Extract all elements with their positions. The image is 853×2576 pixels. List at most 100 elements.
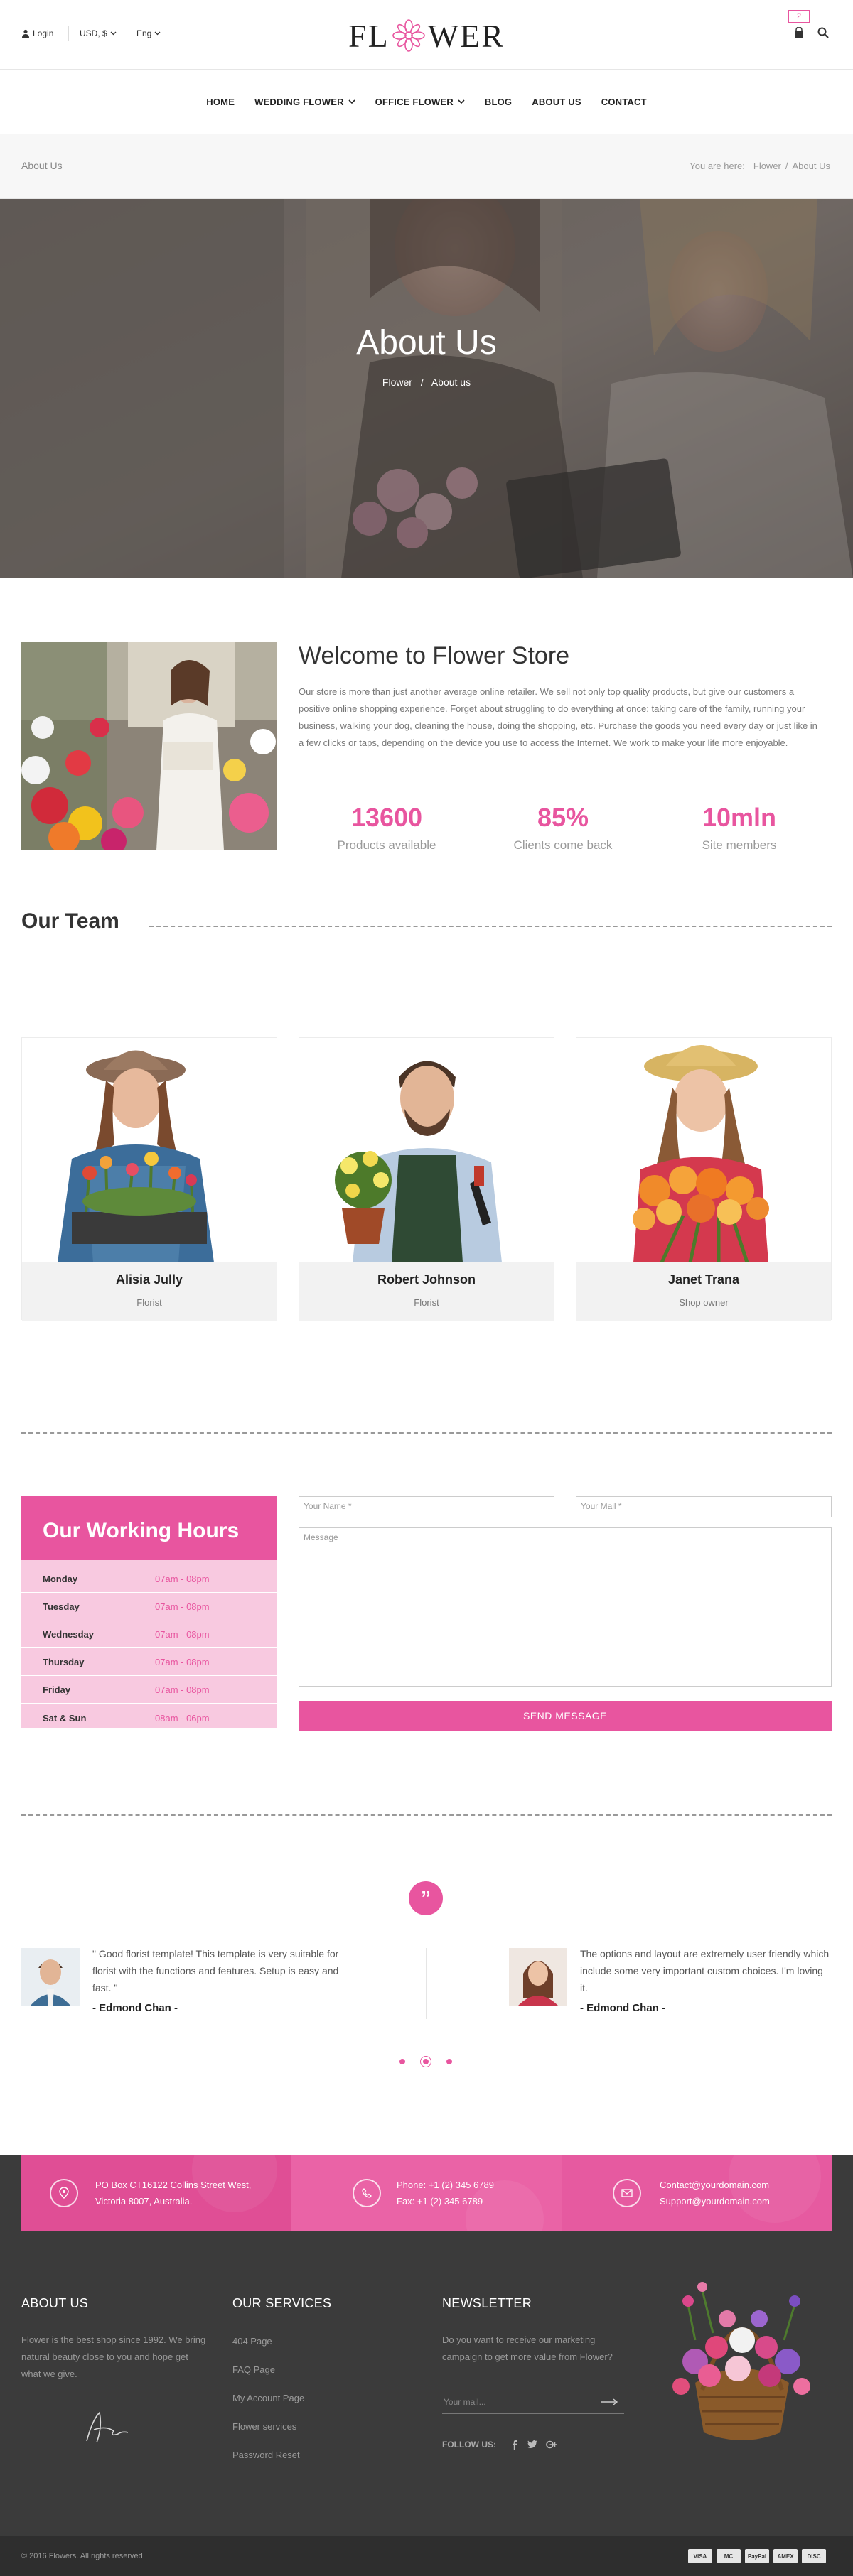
hero-banner: About Us Flower / About us <box>0 199 853 578</box>
stat-label: Products available <box>337 838 436 852</box>
login-link[interactable]: Login <box>21 28 53 38</box>
shopping-bag-icon[interactable] <box>793 27 805 38</box>
twitter-icon[interactable] <box>527 2440 537 2449</box>
nav-about-us-label: ABOUT US <box>532 96 581 107</box>
phone-icon <box>353 2179 381 2207</box>
footer-link-services[interactable]: Flower services <box>232 2421 296 2432</box>
welcome-description: Our store is more than just another aver… <box>299 686 817 748</box>
testimonial-avatar <box>509 1948 567 2006</box>
team-card[interactable]: Janet Trana Shop owner <box>576 1037 832 1321</box>
hours-row: Wednesday 07am - 08pm <box>21 1621 277 1648</box>
contact-address: PO Box CT16122 Collins Street West, Vict… <box>95 2177 251 2209</box>
team-member-name: Robert Johnson <box>377 1272 476 1287</box>
stat-products: 13600 Products available <box>301 803 472 853</box>
nav-home[interactable]: HOME <box>206 97 235 107</box>
hero-title: About Us <box>356 324 497 362</box>
follow-us-label: FOLLOW US: <box>442 2440 496 2450</box>
welcome-image <box>21 642 277 850</box>
footer-link-password-reset[interactable]: Password Reset <box>232 2450 300 2460</box>
nav-home-label: HOME <box>206 96 235 107</box>
stat-value: 10mln <box>702 803 777 832</box>
team-member-name: Janet Trana <box>667 1272 740 1287</box>
search-icon[interactable] <box>817 27 829 38</box>
signature-image <box>86 2411 129 2443</box>
hero-breadcrumb-separator: / <box>420 377 424 388</box>
mastercard-icon: MC <box>717 2549 741 2563</box>
currency-label: USD, $ <box>80 28 107 38</box>
breadcrumb: You are here: Flower / About Us <box>690 161 830 171</box>
location-icon <box>50 2179 78 2207</box>
site-logo[interactable]: FL WER <box>348 16 505 55</box>
email-input[interactable]: Your Mail * <box>576 1496 832 1517</box>
nav-blog[interactable]: BLOG <box>485 97 512 107</box>
email-contact[interactable]: Contact@yourdomain.com <box>660 2177 770 2193</box>
hours-day: Monday <box>43 1574 78 1584</box>
facebook-icon[interactable] <box>510 2440 519 2450</box>
team-member-info: Robert Johnson Florist <box>299 1262 554 1321</box>
nav-office-flower[interactable]: OFFICE FLOWER <box>375 97 465 107</box>
flower-basket-image <box>672 2282 810 2440</box>
nav-contact[interactable]: CONTACT <box>601 97 647 107</box>
working-hours-panel: Our Working Hours Monday 07am - 08pm Tue… <box>21 1496 277 1728</box>
team-member-role: Shop owner <box>679 1297 729 1308</box>
hours-day: Friday <box>43 1684 71 1695</box>
name-input[interactable]: Your Name * <box>299 1496 554 1517</box>
carousel-dot[interactable] <box>446 2059 452 2064</box>
newsletter-email-input[interactable]: Your mail... <box>442 2391 624 2414</box>
hero-breadcrumb-home[interactable]: Flower <box>382 377 412 388</box>
nav-blog-label: BLOG <box>484 96 513 107</box>
address-line-1: PO Box CT16122 Collins Street West, <box>95 2180 252 2190</box>
currency-selector[interactable]: USD, $ <box>80 28 117 38</box>
divider <box>68 26 69 41</box>
hours-time: 07am - 08pm <box>155 1657 210 1667</box>
hours-time: 07am - 08pm <box>155 1601 210 1612</box>
google-plus-icon[interactable] <box>546 2440 557 2450</box>
hero-background-image <box>0 199 853 578</box>
footer-newsletter-title: NEWSLETTER <box>442 2296 532 2310</box>
testimonial-item: " Good florist template! This template i… <box>92 1945 348 2014</box>
team-card[interactable]: Robert Johnson Florist <box>299 1037 554 1321</box>
email-support[interactable]: Support@yourdomain.com <box>660 2193 770 2209</box>
team-member-info: Alisia Jully Florist <box>22 1262 277 1321</box>
footer-about-text: Flower is the best shop since 1992. We b… <box>21 2334 206 2379</box>
contact-strip: PO Box CT16122 Collins Street West, Vict… <box>21 2155 832 2231</box>
breadcrumb-home-link[interactable]: Flower <box>753 161 781 171</box>
breadcrumb-current: About Us <box>792 161 830 171</box>
user-icon <box>22 29 29 38</box>
nav-wedding-flower[interactable]: WEDDING FLOWER <box>254 97 355 107</box>
carousel-dot-active[interactable] <box>420 2056 431 2067</box>
working-hours-title: Our Working Hours <box>21 1496 277 1560</box>
logo-text-f: FL <box>348 17 390 54</box>
footer-link-account[interactable]: My Account Page <box>232 2393 304 2403</box>
stat-value: 85% <box>537 803 589 832</box>
nav-wedding-flower-label: WEDDING FLOWER <box>254 96 344 107</box>
send-message-button[interactable]: SEND MESSAGE <box>299 1701 832 1731</box>
flower-logo-icon <box>392 19 425 52</box>
testimonial-text: The options and layout are extremely use… <box>580 1948 830 1993</box>
footer-link-404[interactable]: 404 Page <box>232 2336 272 2347</box>
hero-breadcrumb-current: About us <box>431 377 471 388</box>
testimonial-avatar <box>21 1948 80 2006</box>
footer-about-title: ABOUT US <box>21 2296 89 2310</box>
nav-contact-label: CONTACT <box>601 96 647 107</box>
nav-about-us[interactable]: ABOUT US <box>532 97 581 107</box>
language-selector[interactable]: Eng <box>136 28 161 38</box>
footer-link-faq[interactable]: FAQ Page <box>232 2364 275 2375</box>
testimonial-text: " Good florist template! This template i… <box>92 1948 339 1993</box>
testimonial-author: - Edmond Chan - <box>580 2002 665 2014</box>
breadcrumb-separator: / <box>785 161 788 171</box>
main-navigation: HOME WEDDING FLOWER OFFICE FLOWER BLOG A… <box>0 70 853 134</box>
testimonial-item: The options and layout are extremely use… <box>580 1945 832 2014</box>
login-label: Login <box>33 28 54 38</box>
message-textarea[interactable]: Message <box>299 1527 832 1687</box>
carousel-dot[interactable] <box>399 2059 405 2064</box>
hours-row: Sat & Sun 08am - 06pm <box>21 1704 277 1731</box>
stat-members: 10mln Site members <box>654 803 825 853</box>
contact-phone: Phone: +1 (2) 345 6789 Fax: +1 (2) 345 6… <box>397 2177 494 2209</box>
arrow-right-icon[interactable] <box>601 2398 618 2405</box>
fax-number: Fax: +1 (2) 345 6789 <box>397 2196 483 2207</box>
hours-row: Thursday 07am - 08pm <box>21 1649 277 1676</box>
chevron-down-icon <box>348 99 355 104</box>
team-member-role: Florist <box>414 1297 439 1308</box>
team-card[interactable]: Alisia Jully Florist <box>21 1037 277 1321</box>
